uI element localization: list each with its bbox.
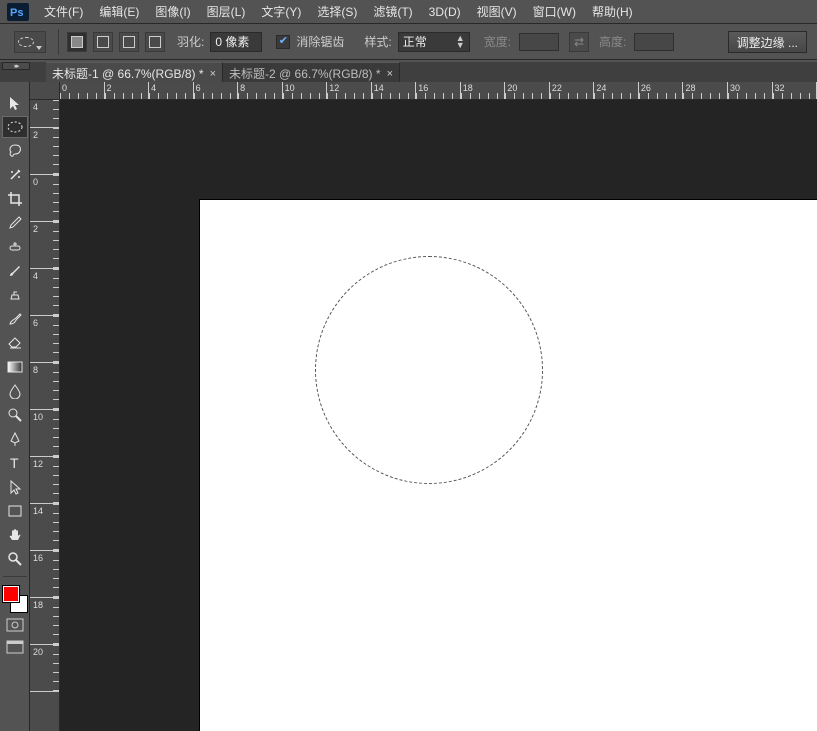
close-icon[interactable]: × <box>387 68 393 80</box>
history-brush-tool[interactable] <box>2 308 28 330</box>
feather-input[interactable] <box>210 32 262 52</box>
height-label: 高度: <box>599 33 626 50</box>
ellipse-marquee-icon <box>18 37 34 47</box>
tab-doc-2[interactable]: 未标题-2 @ 66.7%(RGB/8) * × <box>223 62 400 84</box>
separator <box>3 576 27 577</box>
elliptical-marquee-tool[interactable] <box>2 116 28 138</box>
work-area: T 0 2 4 6 8 10 12 14 16 18 20 22 24 <box>0 82 817 731</box>
menu-3d[interactable]: 3D(D) <box>421 2 469 22</box>
document-tabstrip: 未标题-1 @ 66.7%(RGB/8) * × 未标题-2 @ 66.7%(R… <box>0 62 817 84</box>
menu-edit[interactable]: 编辑(E) <box>91 0 147 23</box>
document-area: 0 2 4 6 8 10 12 14 16 18 20 22 24 26 28 … <box>30 82 817 731</box>
height-input <box>634 33 674 51</box>
tool-preset-picker[interactable] <box>14 31 46 53</box>
gradient-tool[interactable] <box>2 356 28 378</box>
tab-label: 未标题-2 @ 66.7%(RGB/8) * <box>229 65 381 82</box>
select-arrows-icon: ▲▼ <box>456 35 465 49</box>
healing-brush-tool[interactable] <box>2 236 28 258</box>
eyedropper-tool[interactable] <box>2 212 28 234</box>
selection-add-button[interactable] <box>93 32 113 52</box>
refine-edge-button[interactable]: 调整边缘 ... <box>728 31 807 53</box>
menu-layer[interactable]: 图层(L) <box>199 0 254 23</box>
swap-dimensions-button: ⇄ <box>569 32 589 52</box>
color-swatches[interactable] <box>2 585 28 613</box>
style-value: 正常 <box>403 33 427 50</box>
check-icon: ✔ <box>279 36 288 47</box>
menu-filter[interactable]: 滤镜(T) <box>365 0 420 23</box>
foreground-color-swatch[interactable] <box>2 585 20 603</box>
menu-window[interactable]: 窗口(W) <box>525 0 584 23</box>
svg-text:Ps: Ps <box>10 7 23 19</box>
canvas[interactable] <box>200 200 817 731</box>
hand-tool[interactable] <box>2 524 28 546</box>
double-chevron-icon: ▸▸ <box>14 62 17 70</box>
selection-intersect-button[interactable] <box>145 32 165 52</box>
ruler-origin[interactable] <box>30 82 60 100</box>
brush-tool[interactable] <box>2 260 28 282</box>
path-selection-tool[interactable] <box>2 476 28 498</box>
svg-text:T: T <box>10 455 19 471</box>
blur-tool[interactable] <box>2 380 28 402</box>
menu-file[interactable]: 文件(F) <box>36 0 91 23</box>
antialias-checkbox[interactable]: ✔ <box>276 35 290 49</box>
options-bar: 羽化: ✔ 消除锯齿 样式: 正常 ▲▼ 宽度: ⇄ 高度: 调整边缘 ... <box>0 24 817 60</box>
type-tool[interactable]: T <box>2 452 28 474</box>
quick-mask-toggle[interactable] <box>2 615 28 635</box>
crop-tool[interactable] <box>2 188 28 210</box>
selection-new-button[interactable] <box>67 32 87 52</box>
antialias-label: 消除锯齿 <box>296 33 344 50</box>
menu-select[interactable]: 选择(S) <box>309 0 365 23</box>
magic-wand-tool[interactable] <box>2 164 28 186</box>
tab-doc-1[interactable]: 未标题-1 @ 66.7%(RGB/8) * × <box>46 62 223 84</box>
move-tool[interactable] <box>2 92 28 114</box>
eraser-tool[interactable] <box>2 332 28 354</box>
ps-logo: Ps <box>6 3 30 21</box>
menu-image[interactable]: 图像(I) <box>147 0 198 23</box>
style-select[interactable]: 正常 ▲▼ <box>398 32 470 52</box>
rectangle-tool[interactable] <box>2 500 28 522</box>
lasso-tool[interactable] <box>2 140 28 162</box>
dodge-tool[interactable] <box>2 404 28 426</box>
menu-view[interactable]: 视图(V) <box>469 0 525 23</box>
menu-bar: Ps 文件(F) 编辑(E) 图像(I) 图层(L) 文字(Y) 选择(S) 滤… <box>0 0 817 24</box>
width-input <box>519 33 559 51</box>
screen-mode-button[interactable] <box>2 637 28 657</box>
swap-icon: ⇄ <box>574 35 584 49</box>
elliptical-selection <box>315 256 543 484</box>
toolbox: T <box>0 82 30 731</box>
clone-stamp-tool[interactable] <box>2 284 28 306</box>
pen-tool[interactable] <box>2 428 28 450</box>
menu-type[interactable]: 文字(Y) <box>253 0 309 23</box>
tab-label: 未标题-1 @ 66.7%(RGB/8) * <box>52 65 204 82</box>
width-label: 宽度: <box>484 33 511 50</box>
selection-subtract-button[interactable] <box>119 32 139 52</box>
feather-label: 羽化: <box>177 33 204 50</box>
chevron-down-icon <box>36 46 42 50</box>
zoom-tool[interactable] <box>2 548 28 570</box>
style-label: 样式: <box>364 33 391 50</box>
canvas-viewport[interactable] <box>60 100 817 731</box>
horizontal-ruler[interactable]: 0 2 4 6 8 10 12 14 16 18 20 22 24 26 28 … <box>60 82 817 100</box>
vertical-ruler[interactable]: 4 2 0 2 4 6 8 10 12 14 16 18 20 <box>30 100 60 731</box>
separator <box>58 29 59 55</box>
menu-help[interactable]: 帮助(H) <box>584 0 641 23</box>
close-icon[interactable]: × <box>210 68 216 80</box>
